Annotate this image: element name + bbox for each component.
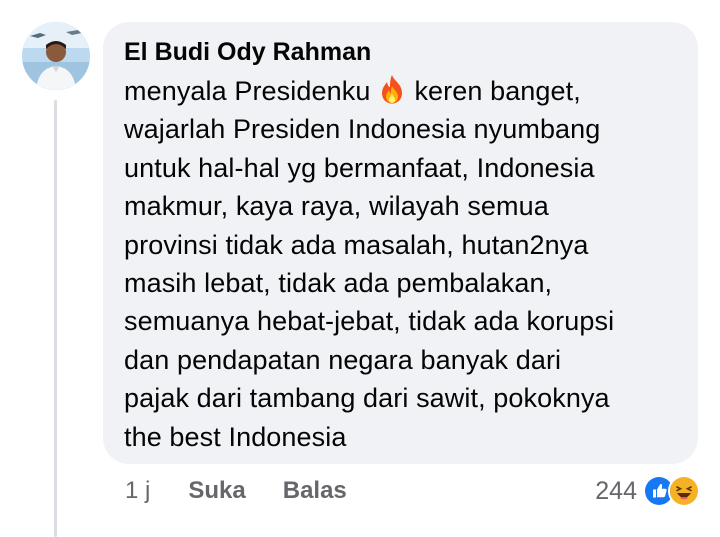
- comment-actions: 1 j Suka Balas: [125, 474, 384, 508]
- fire-emoji-icon: [376, 73, 408, 105]
- comment-timestamp[interactable]: 1 j: [125, 477, 150, 505]
- comment-line: semuanya hebat-jebat, tidak ada korupsi: [124, 306, 615, 337]
- reaction-summary[interactable]: 244: [595, 474, 700, 508]
- comment-bubble: El Budi Ody Rahman menyala Presidenku ke…: [103, 22, 698, 464]
- comment-line: provinsi tidak ada masalah, hutan2nya: [124, 229, 589, 260]
- like-button[interactable]: Suka: [188, 477, 245, 505]
- comment-line: menyala Presidenku keren banget,: [124, 72, 682, 110]
- haha-reaction-icon: [668, 475, 700, 507]
- comment-author[interactable]: El Budi Ody Rahman: [124, 37, 682, 67]
- reaction-count: 244: [595, 476, 637, 505]
- comment-text-segment: menyala Presidenku: [124, 76, 371, 106]
- comment-text: menyala Presidenku keren banget, wajarla…: [124, 72, 682, 456]
- avatar[interactable]: [22, 22, 90, 90]
- comment-line: wajarlah Presiden Indonesia nyumbang: [124, 114, 601, 145]
- comment-line: pajak dari tambang dari sawit, pokoknya: [124, 383, 610, 414]
- comment-line: masih lebat, tidak ada pembalakan,: [124, 268, 553, 299]
- reply-button[interactable]: Balas: [283, 477, 347, 505]
- thread-line: [54, 100, 57, 537]
- comment-line: untuk hal-hal yg bermanfaat, Indonesia: [124, 152, 595, 183]
- comment-line: makmur, kaya raya, wilayah semua: [124, 191, 549, 222]
- comment-text-segment: keren banget,: [414, 76, 581, 106]
- comment-line: the best Indonesia: [124, 421, 347, 452]
- comment-line: dan pendapatan negara banyak dari: [124, 344, 562, 375]
